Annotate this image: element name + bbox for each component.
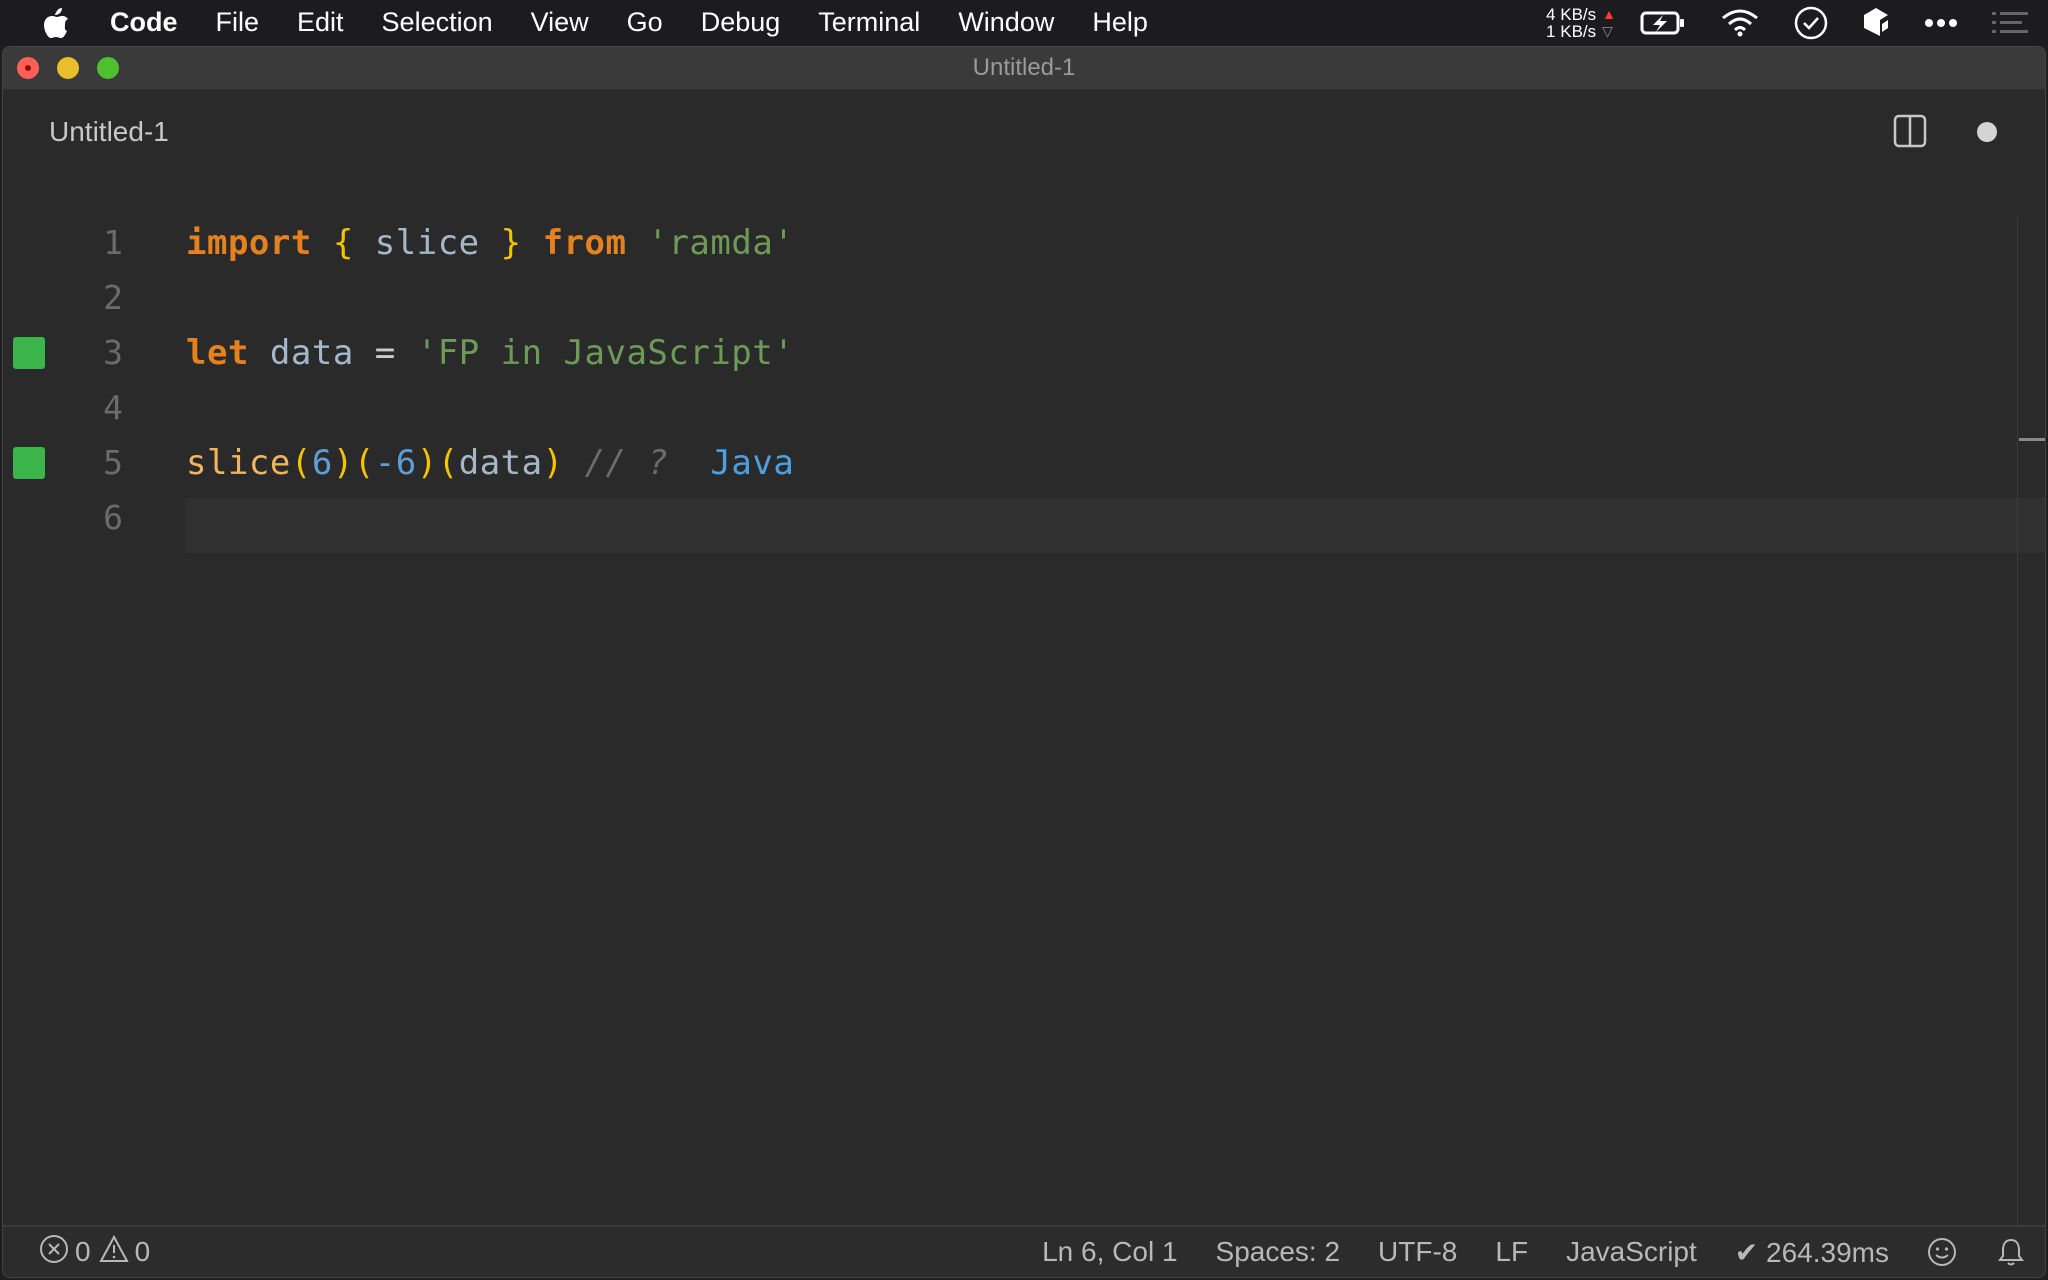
more-dots-icon[interactable] [1924,18,1958,28]
indentation[interactable]: Spaces: 2 [1216,1236,1341,1268]
menu-file[interactable]: File [216,7,260,38]
error-count: 0 [75,1236,91,1267]
inline-result: Java [710,442,795,483]
upload-speed: 4 KB/s [1546,4,1597,24]
network-arrows: ▲ ▽ [1602,6,1616,40]
vscode-window: Untitled-1 Untitled-1 1 import { slice }… [2,46,2046,1278]
code-line-3[interactable]: 3 let data = 'FP in JavaScript' [3,325,2013,380]
clock-check-icon[interactable] [1794,6,1828,40]
minimize-window-button[interactable] [57,57,79,79]
cursor-position[interactable]: Ln 6, Col 1 [1042,1236,1177,1268]
code-line-6[interactable]: 6 [3,490,2013,545]
macos-menu-bar: Code File Edit Selection View Go Debug T… [0,0,2048,45]
end-of-line[interactable]: LF [1495,1236,1528,1268]
window-title: Untitled-1 [972,54,1076,81]
menu-edit[interactable]: Edit [297,7,344,38]
code-line-2[interactable]: 2 [3,270,2013,325]
code-line-5[interactable]: 5 slice(6)(-6)(data) // ? Java [3,435,2013,490]
paren: ) [332,442,354,483]
maximize-window-button[interactable] [97,57,119,79]
menu-terminal[interactable]: Terminal [818,7,920,38]
code-line-1[interactable]: 1 import { slice } from 'ramda' [3,215,2013,270]
quokka-timing[interactable]: ✔ 264.39ms [1735,1236,1889,1269]
vertical-scrollbar[interactable] [2017,217,2045,1269]
paren: ( [353,442,375,483]
menu-window[interactable]: Window [958,7,1054,38]
identifier-data: data [269,332,354,373]
problems-indicator[interactable]: 0 0 [39,1234,158,1271]
identifier-data: data [458,442,543,483]
line-number: 5 [103,443,123,482]
download-arrow-icon: ▽ [1602,22,1613,39]
menu-debug[interactable]: Debug [701,7,781,38]
apple-logo-icon[interactable] [42,6,72,40]
close-window-button[interactable] [17,57,39,79]
smiley-icon[interactable] [1927,1237,1957,1267]
line-number: 3 [103,333,123,372]
keyword-import: import [186,222,312,263]
editor-tab-bar: Untitled-1 [3,90,2045,176]
menu-view[interactable]: View [531,7,589,38]
brace-open: { [332,222,354,263]
identifier-slice: slice [374,222,480,263]
quokka-coverage-marker [13,336,45,369]
upload-arrow-icon: ▲ [1602,5,1616,22]
split-editor-icon[interactable] [1893,114,1927,148]
language-mode[interactable]: JavaScript [1566,1236,1697,1268]
bell-icon[interactable] [1997,1237,2025,1267]
operator-assign: = [374,332,396,373]
window-controls [17,57,137,79]
battery-charging-icon[interactable] [1640,10,1686,36]
line-number: 2 [103,278,123,317]
line-number: 4 [103,388,123,427]
warning-count: 0 [134,1236,151,1267]
keyword-from: from [542,222,627,263]
code-text: let data = 'FP in JavaScript' [186,333,794,373]
network-speed[interactable]: 4 KB/s 1 KB/s [1546,6,1596,40]
menu-selection[interactable]: Selection [382,7,493,38]
menu-code[interactable]: Code [110,7,178,38]
number-arg: -6 [374,442,417,483]
keyword-let: let [186,332,249,373]
paren: ( [437,442,459,483]
menu-go[interactable]: Go [627,7,663,38]
code-text: import { slice } from 'ramda' [186,223,794,263]
brace-close: } [500,222,522,263]
code-line-4[interactable]: 4 [3,380,2013,435]
code-text: slice(6)(-6)(data) // ? Java [186,443,794,483]
error-icon [39,1234,69,1271]
status-bar: 0 0 Ln 6, Col 1 Spaces: 2 UTF-8 LF JavaS… [3,1225,2045,1277]
paren: ( [290,442,312,483]
encoding[interactable]: UTF-8 [1378,1236,1457,1268]
line-number: 6 [103,498,123,537]
paren: ) [542,442,564,483]
list-menu-icon[interactable] [1992,11,2028,34]
title-bar[interactable]: Untitled-1 [3,47,2045,90]
string-module: 'ramda' [647,222,795,263]
number-arg: 6 [311,442,333,483]
app-cube-icon[interactable] [1862,6,1890,40]
menu-help[interactable]: Help [1092,7,1148,38]
download-speed: 1 KB/s [1546,21,1597,41]
paren: ) [416,442,438,483]
comment: // ? [584,442,669,483]
line-number: 1 [103,223,123,262]
function-slice: slice [186,442,291,483]
wifi-icon[interactable] [1720,8,1760,38]
unsaved-dot-icon[interactable] [1977,122,1997,142]
overview-ruler-cursor [2019,438,2045,441]
warning-icon [98,1234,129,1270]
string-value: 'FP in JavaScript' [416,332,795,373]
quokka-coverage-marker [13,446,45,479]
tab-untitled-1[interactable]: Untitled-1 [49,116,169,148]
code-editor[interactable]: 1 import { slice } from 'ramda' 2 3 let … [3,177,2045,1269]
